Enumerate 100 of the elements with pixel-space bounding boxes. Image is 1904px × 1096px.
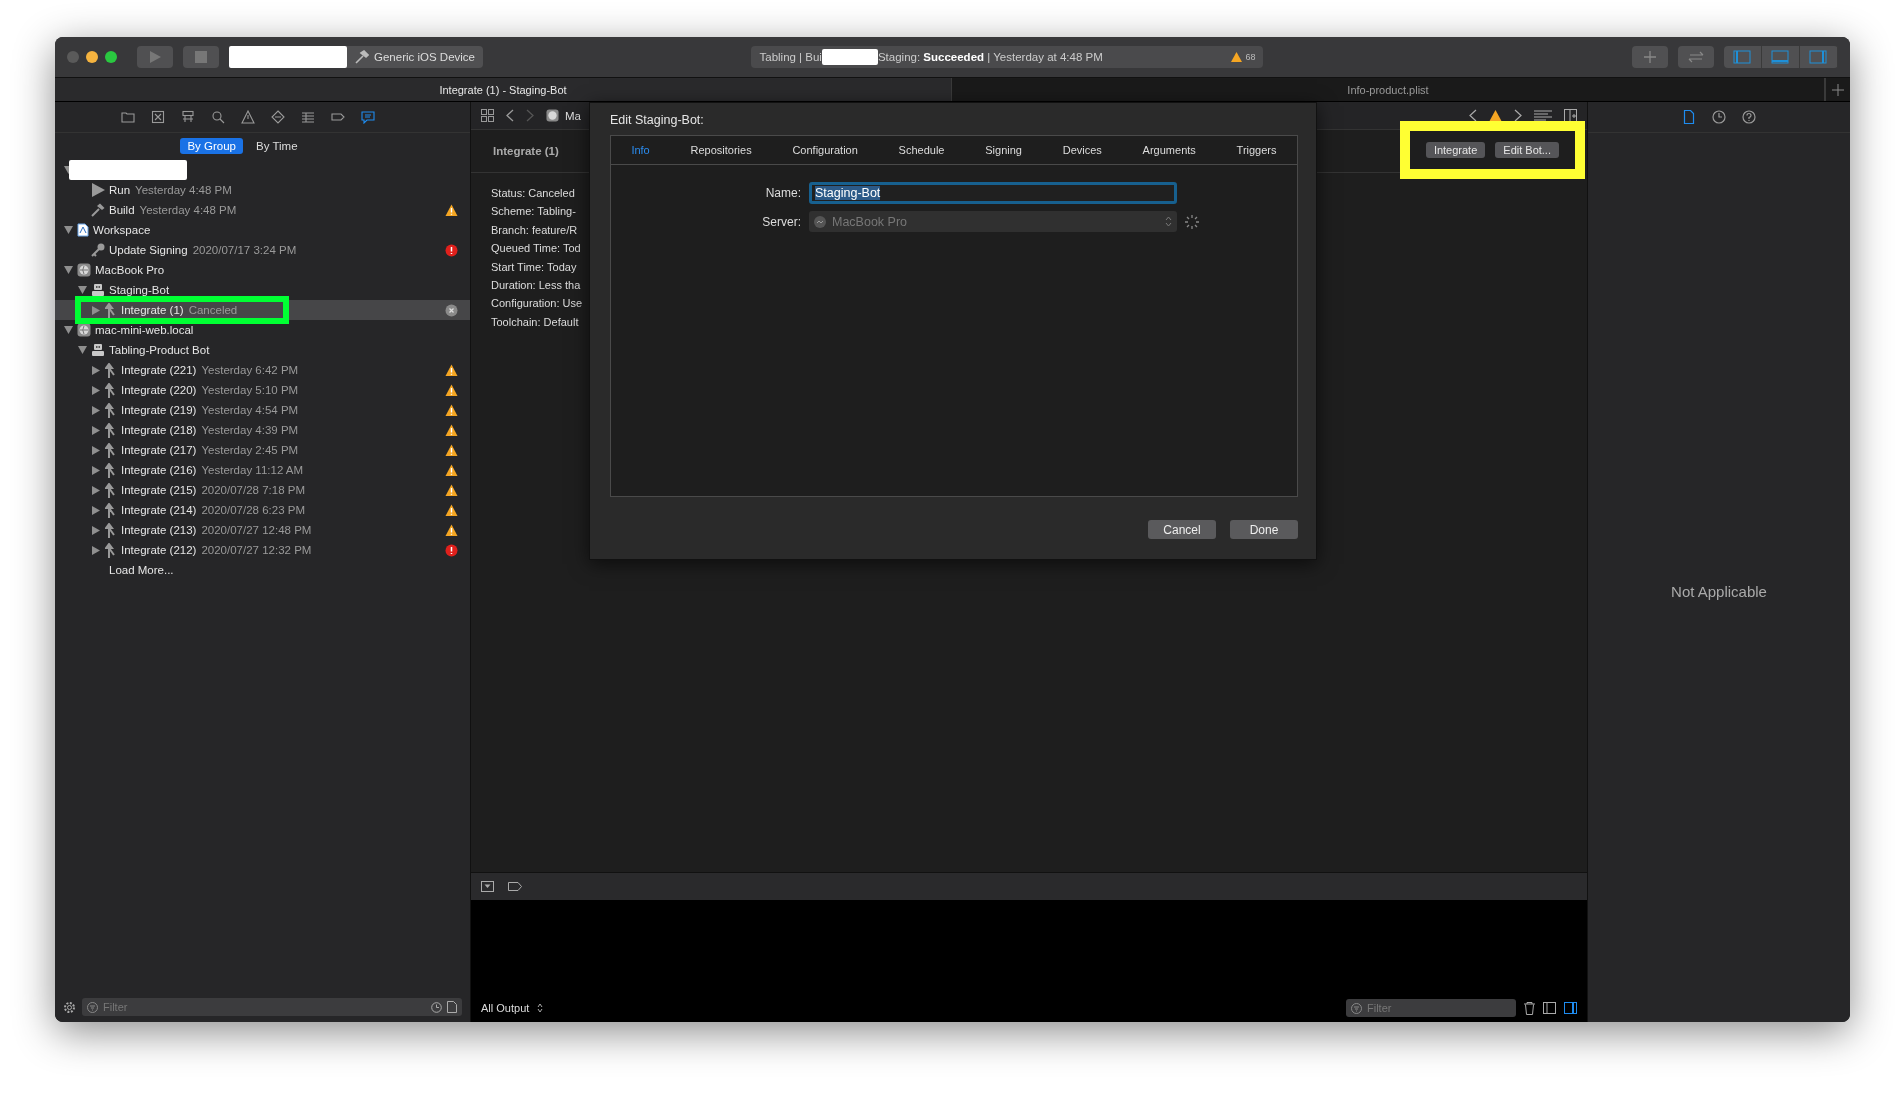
next-issue-icon[interactable] — [1514, 109, 1522, 122]
issue-navigator-icon[interactable] — [238, 108, 257, 126]
merge-arrow-icon — [105, 502, 117, 518]
activity-status: Staging: Succeeded | Yesterday at 4:48 PM — [877, 51, 1103, 63]
item-detail: 2020/07/17 3:24 PM — [192, 244, 297, 256]
merge-arrow-icon — [105, 542, 117, 558]
warning-count[interactable]: 68 — [1231, 52, 1256, 62]
empty-message: Not Applicable — [1671, 583, 1767, 600]
tree-row[interactable]: Integrate (213) 2020/07/27 12:48 PM — [55, 520, 470, 540]
settings-icon[interactable] — [63, 1000, 76, 1014]
tree-row[interactable]: Integrate (215) 2020/07/28 7:18 PM — [55, 480, 470, 500]
field-label: Server: — [761, 214, 801, 229]
tree-row[interactable]: Integrate (212) 2020/07/27 12:32 PM — [55, 540, 470, 560]
item-name: mac-mini-web.local — [95, 324, 194, 336]
help-icon[interactable] — [1740, 108, 1758, 126]
report-detail: Start Time: Today — [491, 260, 577, 273]
item-detail: 2020/07/27 12:32 PM — [201, 544, 312, 556]
dialog-tab[interactable]: Triggers — [1232, 142, 1281, 158]
add-editor-icon[interactable] — [1564, 108, 1577, 123]
breakpoint-icon[interactable] — [508, 882, 522, 891]
left-pane-icon[interactable] — [1543, 1002, 1556, 1014]
zoom-button[interactable] — [105, 51, 117, 63]
item-detail: Yesterday 4:54 PM — [201, 404, 299, 416]
item-name: Integrate (215) — [121, 484, 197, 496]
stepper-icon[interactable] — [537, 1003, 544, 1013]
item-name: Staging-Bot — [109, 284, 170, 296]
filter-icon — [87, 1001, 98, 1013]
item-name: Integrate (212) — [121, 544, 197, 556]
filter-field[interactable]: Filter — [82, 998, 462, 1016]
trash-icon[interactable] — [1524, 1001, 1535, 1015]
globe-icon — [77, 263, 91, 277]
hide-debug-icon[interactable] — [481, 881, 494, 892]
tree-row[interactable]: Run Yesterday 4:48 PM — [55, 180, 470, 200]
editor-tab[interactable]: Integrate (1) - Staging-Bot — [55, 78, 952, 101]
dialog-tab[interactable]: Devices — [1058, 142, 1106, 158]
merge-arrow-icon — [105, 442, 117, 458]
item-name: Workspace — [93, 224, 151, 236]
tree-row[interactable]: Integrate (216) Yesterday 11:12 AM — [55, 460, 470, 480]
stop-icon — [195, 51, 207, 63]
merge-arrow-icon — [105, 382, 117, 398]
bot-action-button[interactable]: Integrate — [1425, 142, 1486, 158]
stepper-icon — [1165, 216, 1172, 227]
group-toggle[interactable]: By Time — [249, 138, 305, 154]
report-navigator-icon[interactable] — [358, 108, 377, 126]
tree-row[interactable]: Integrate (214) 2020/07/28 6:23 PM — [55, 500, 470, 520]
item-detail: 2020/07/27 12:48 PM — [201, 524, 312, 536]
server-icon — [814, 215, 826, 228]
tree-row[interactable]: Staging-Bot — [55, 280, 470, 300]
dialog-tab[interactable]: Arguments — [1138, 142, 1200, 158]
right-pane-icon[interactable] — [1564, 1002, 1577, 1014]
dialog-tab[interactable]: Signing — [981, 142, 1026, 158]
dialog-tab[interactable]: Schedule — [894, 142, 949, 158]
tree-row[interactable]: Integrate (219) Yesterday 4:54 PM — [55, 400, 470, 420]
back-icon[interactable] — [506, 109, 514, 122]
grid-icon[interactable] — [481, 109, 494, 122]
tree-row[interactable]: Workspace — [55, 220, 470, 240]
item-name: Integrate (217) — [121, 444, 197, 456]
dialog-tab[interactable]: Repositories — [686, 142, 756, 158]
merge-arrow-icon — [105, 302, 117, 318]
item-name: Integrate (1) — [121, 304, 184, 316]
tree-row[interactable]: Build Yesterday 4:48 PM — [55, 200, 470, 220]
dialog-title: Edit Staging-Bot: — [610, 113, 705, 127]
tree-row[interactable]: MacBook Pro — [55, 260, 470, 280]
report-title: Integrate (1) — [493, 145, 559, 157]
dialog-button[interactable]: Done — [1230, 520, 1298, 539]
tree-row[interactable]: Integrate (218) Yesterday 4:39 PM — [55, 420, 470, 440]
dialog-tab[interactable]: Info — [627, 142, 654, 158]
item-name: Integrate (221) — [121, 364, 197, 376]
clock-icon[interactable] — [431, 1001, 442, 1013]
item-name: Run — [109, 184, 131, 196]
item-detail: 2020/07/28 7:18 PM — [201, 484, 306, 496]
dialog-button[interactable]: Cancel — [1148, 520, 1216, 539]
dialog-tab[interactable]: Configuration — [788, 142, 862, 158]
jump-bar-item[interactable]: Ma — [565, 109, 581, 122]
output-selector[interactable]: All Output — [481, 1002, 530, 1014]
report-detail: Branch: feature/R — [491, 223, 578, 236]
name-field[interactable]: Staging-Bot — [809, 182, 1177, 204]
tree-row[interactable]: Tabling-Product Bot — [55, 340, 470, 360]
previous-issue-icon[interactable] — [1469, 109, 1477, 122]
hammer-icon — [91, 203, 105, 217]
item-name: Update Signing — [109, 244, 188, 256]
document-icon[interactable] — [447, 1001, 457, 1013]
tree-row[interactable]: Load More... — [55, 560, 470, 580]
redacted-block — [821, 49, 878, 65]
item-detail: Yesterday 6:42 PM — [201, 364, 299, 376]
load-more-link[interactable]: Load More... — [109, 564, 174, 576]
tree-row[interactable]: Integrate (217) Yesterday 2:45 PM — [55, 440, 470, 460]
minimize-button[interactable] — [86, 51, 98, 63]
tree-row[interactable]: mac-mini-web.local — [55, 320, 470, 340]
item-name: Tabling-Product Bot — [109, 344, 210, 356]
merge-arrow-icon — [105, 402, 117, 418]
report-detail: Configuration: Use — [491, 297, 583, 310]
tree-row[interactable]: Integrate (220) Yesterday 5:10 PM — [55, 380, 470, 400]
lines-icon[interactable] — [1534, 109, 1552, 122]
tree-row[interactable]: Integrate (221) Yesterday 6:42 PM — [55, 360, 470, 380]
tree-row[interactable]: Update Signing 2020/07/17 3:24 PM — [55, 240, 470, 260]
group-toggle[interactable]: By Group — [180, 138, 243, 154]
clock-icon[interactable] — [1710, 108, 1728, 126]
console-filter-field[interactable]: Filter — [1346, 999, 1516, 1017]
bot-action-button[interactable]: Edit Bot... — [1495, 142, 1559, 158]
